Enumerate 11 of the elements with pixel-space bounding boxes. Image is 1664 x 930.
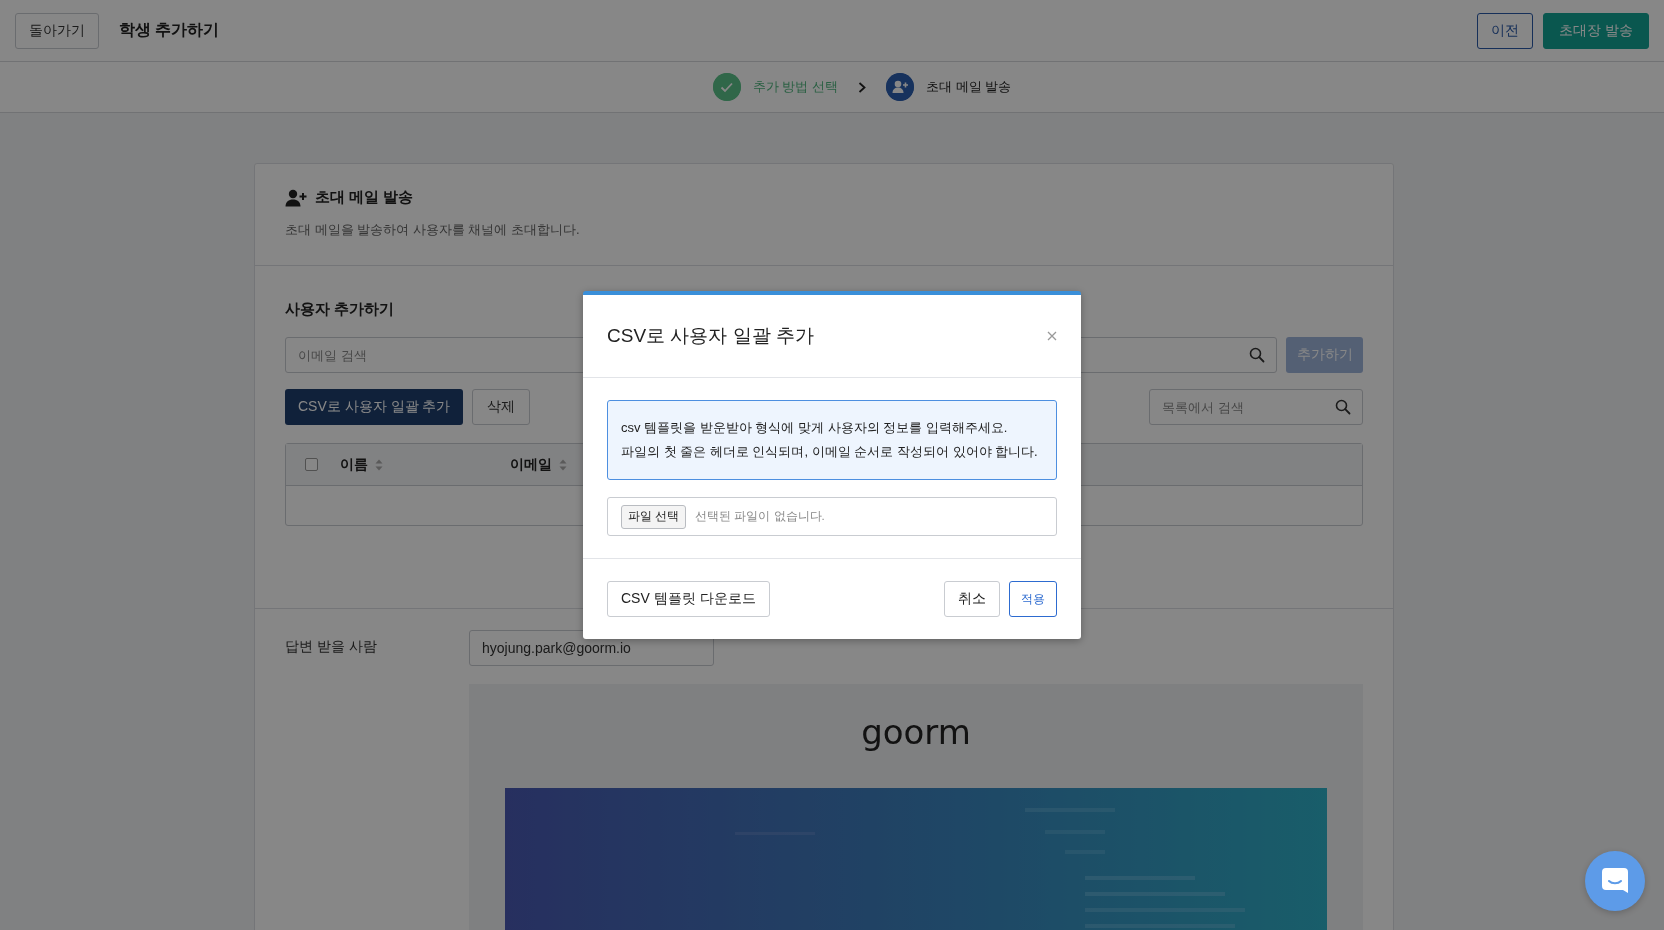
section-title: 사용자 추가하기 [285, 300, 396, 319]
step-label: 추가 방법 선택 [752, 78, 838, 96]
file-status-text: 선택된 파일이 없습니다. [695, 509, 825, 524]
step-label: 초대 메일 발송 [926, 78, 1012, 96]
card-title: 초대 메일 발송 [315, 188, 414, 207]
page-title: 학생 추가하기 [119, 20, 220, 40]
info-text: csv 템플릿을 받운받아 형식에 맞게 사용자의 정보를 입력해주세요. [621, 419, 1009, 437]
card-description: 초대 메일을 발송하여 사용자를 채널에 초대합니다. [285, 221, 581, 239]
reply-to-label: 답변 받을 사람 [285, 637, 378, 656]
info-text: 파일의 첫 줄은 헤더로 인식되며, 이메일 순서로 작성되어 있어야 합니다. [621, 443, 1039, 461]
logo: goorm [861, 712, 971, 752]
